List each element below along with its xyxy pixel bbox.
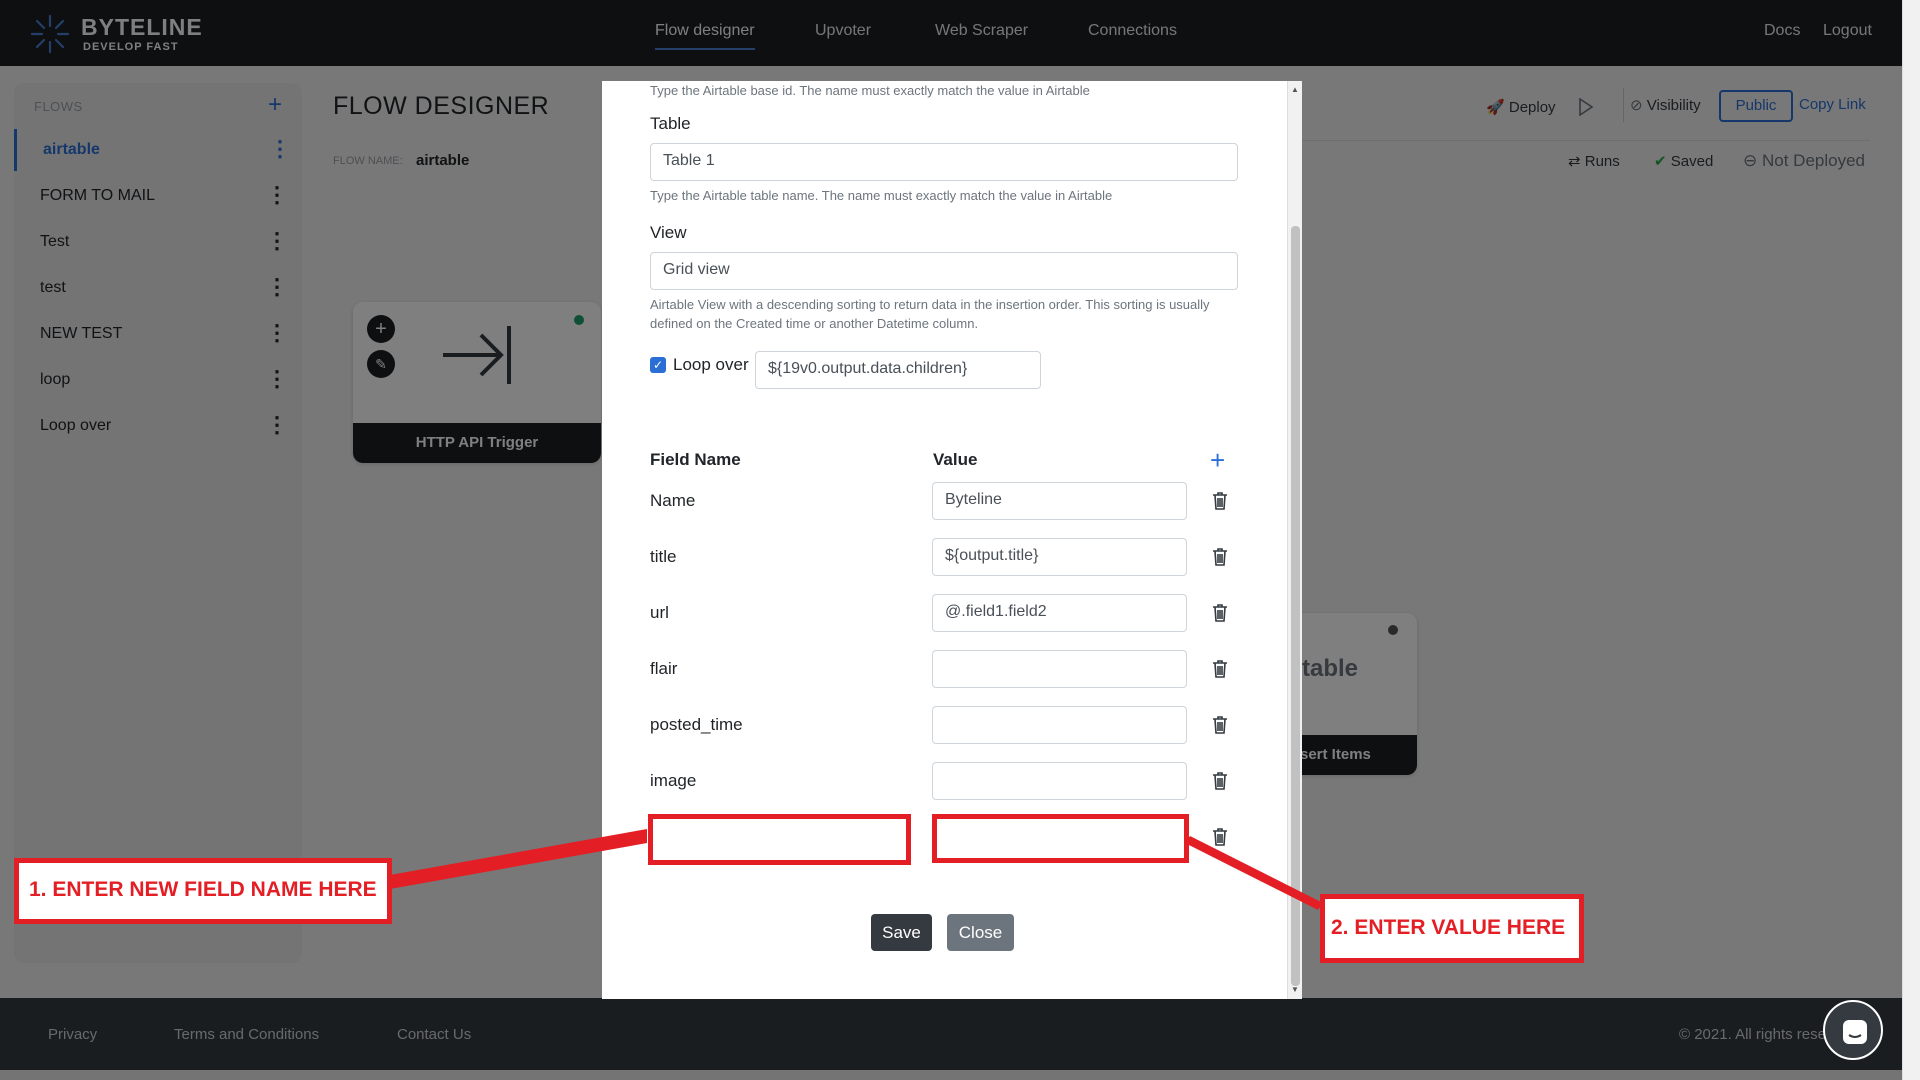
chat-icon (1843, 1020, 1867, 1044)
field-name-text: title (650, 547, 677, 566)
loop-over-checkbox[interactable]: ✓ (650, 357, 666, 373)
loop-over-input[interactable]: ${19v0.output.data.children} (755, 351, 1041, 389)
trash-icon[interactable] (1212, 547, 1228, 567)
page-scrollbar[interactable] (1902, 0, 1920, 1080)
new-field-value-input[interactable] (932, 814, 1189, 863)
annotation-step2-text: 2. ENTER VALUE HERE (1331, 916, 1566, 939)
trash-icon[interactable] (1212, 491, 1228, 511)
modal-scroll-thumb[interactable] (1291, 226, 1300, 986)
table-label: Table (650, 114, 691, 133)
value-header: Value (933, 450, 978, 469)
field-name-text: Name (650, 491, 696, 510)
view-label: View (650, 223, 687, 242)
field-value-input[interactable] (932, 762, 1187, 800)
add-field-button[interactable]: + (1210, 445, 1225, 476)
scroll-up-icon[interactable]: ▲ (1291, 85, 1299, 94)
trash-icon[interactable] (1212, 659, 1228, 679)
table-help-text: Type the Airtable table name. The name m… (650, 188, 1113, 203)
close-button[interactable]: Close (947, 914, 1014, 951)
new-field-name-input[interactable] (648, 814, 911, 865)
field-name-text: url (650, 603, 669, 622)
field-value-input[interactable] (932, 650, 1187, 688)
field-value-input[interactable]: @.field1.field2 (932, 594, 1187, 632)
airtable-config-modal: Type the Airtable base id. The name must… (602, 81, 1302, 999)
field-name-text: image (650, 771, 697, 790)
trash-icon[interactable] (1212, 603, 1228, 623)
trash-icon[interactable] (1212, 771, 1228, 791)
field-value-input[interactable]: Byteline (932, 482, 1187, 520)
field-value-input[interactable]: ${output.title} (932, 538, 1187, 576)
field-value-input[interactable] (932, 706, 1187, 744)
field-name-text: flair (650, 659, 678, 678)
loop-over-label: Loop over (673, 355, 749, 374)
chat-widget-button[interactable] (1823, 1000, 1883, 1060)
annotation-step1-text: 1. ENTER NEW FIELD NAME HERE (29, 878, 377, 901)
view-input[interactable]: Grid view (650, 252, 1238, 290)
scroll-down-icon[interactable]: ▼ (1291, 985, 1299, 994)
table-input[interactable]: Table 1 (650, 143, 1238, 181)
save-button[interactable]: Save (871, 914, 932, 951)
modal-scrollbar[interactable]: ▲ ▼ (1287, 81, 1302, 999)
trash-icon[interactable] (1212, 827, 1228, 847)
field-name-text: posted_time (650, 715, 743, 734)
trash-icon[interactable] (1212, 715, 1228, 735)
base-help-text: Type the Airtable base id. The name must… (650, 83, 1090, 98)
field-name-header: Field Name (650, 450, 741, 469)
annotation-step2: 2. ENTER VALUE HERE (1320, 894, 1584, 963)
view-help-text: Airtable View with a descending sorting … (650, 297, 1210, 331)
annotation-step1: 1. ENTER NEW FIELD NAME HERE (14, 858, 392, 924)
